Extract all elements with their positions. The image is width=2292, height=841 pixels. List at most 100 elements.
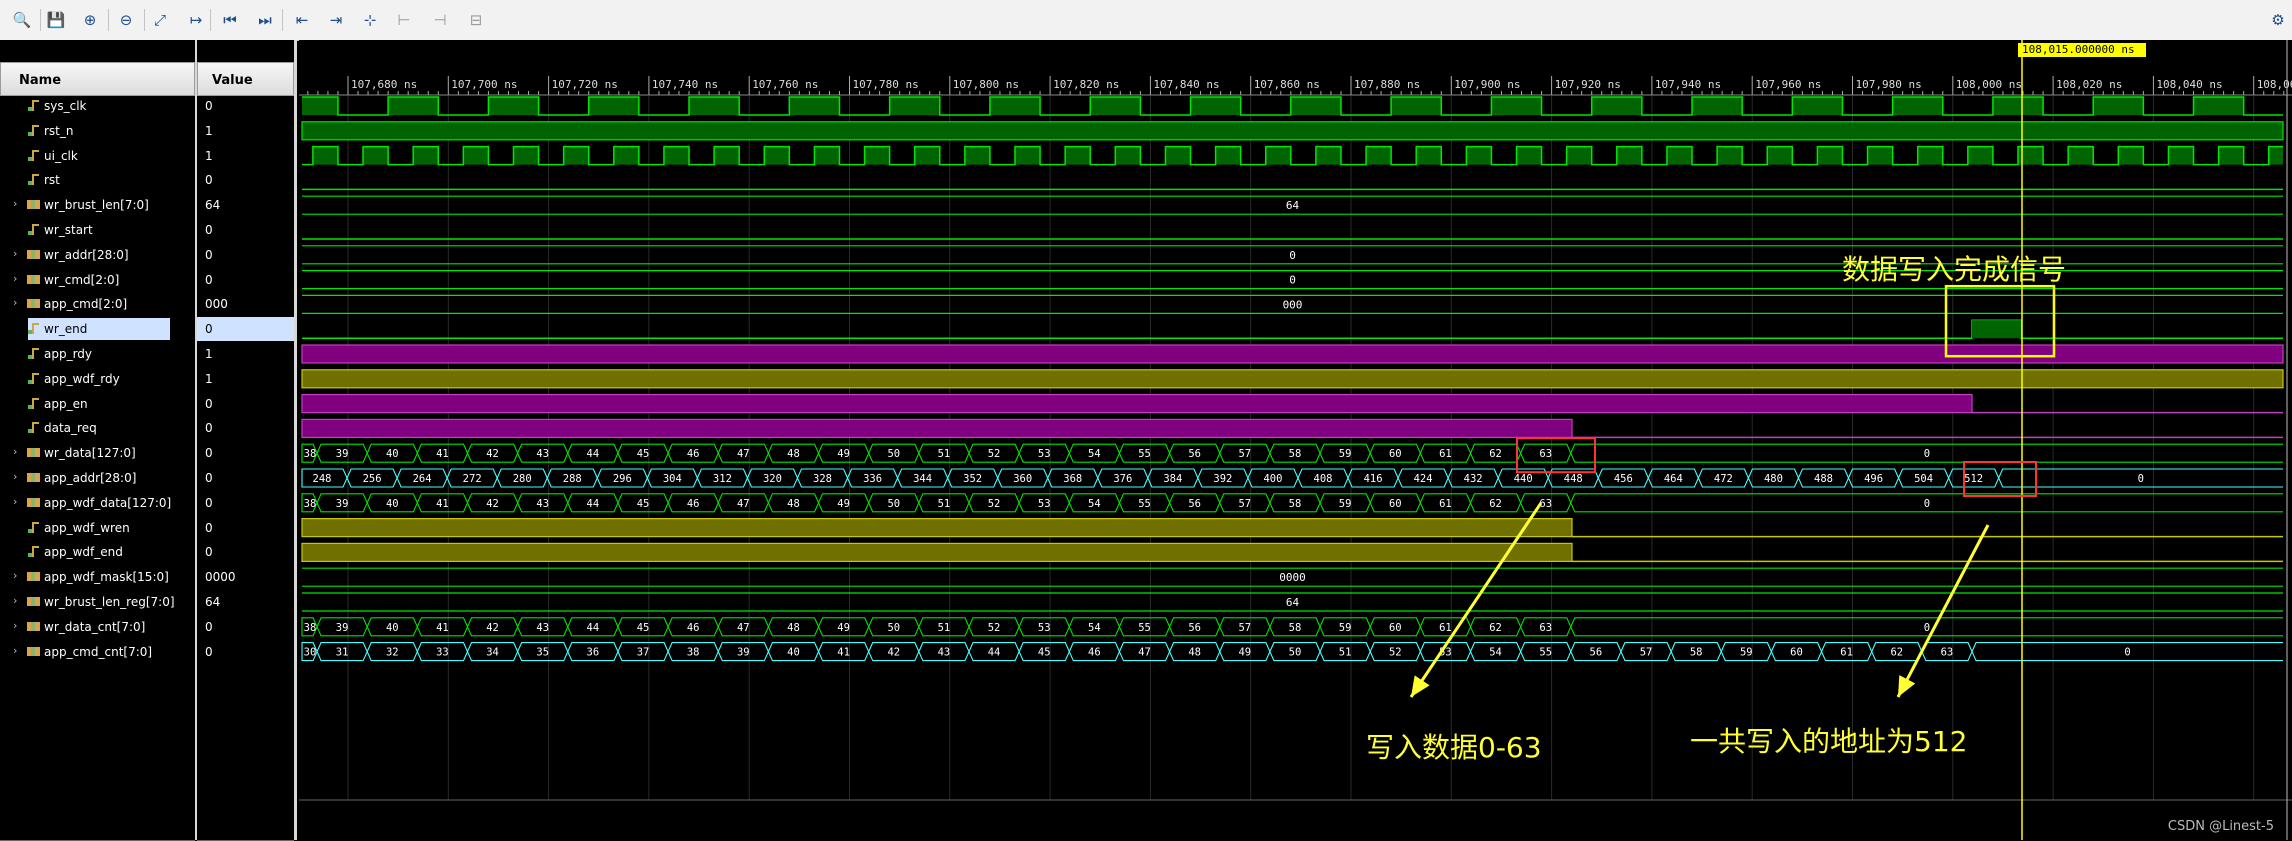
signal-row[interactable]: app_wdf_rdy (0, 367, 195, 391)
signal-row[interactable]: ui_clk (0, 144, 195, 168)
clock-high-fill (2068, 146, 2094, 165)
signal-row[interactable]: › wr_data_cnt[7:0] (0, 615, 195, 639)
previous-transition-icon[interactable]: ⇤ (290, 8, 314, 32)
expand-chevron-icon[interactable]: › (13, 247, 17, 260)
signal-value-row[interactable]: 0 (197, 640, 294, 664)
expand-chevron-icon[interactable]: › (13, 594, 17, 607)
expand-chevron-icon[interactable]: › (13, 296, 17, 309)
signal-value-row[interactable]: 1 (197, 144, 294, 168)
bus-segment-value: 384 (1163, 473, 1182, 485)
clock-high-fill (1917, 146, 1943, 165)
signal-row[interactable]: rst (0, 168, 195, 192)
signal-row[interactable]: rst_n (0, 119, 195, 143)
bus-signal-icon (27, 299, 40, 309)
bus-segment-value: 432 (1464, 473, 1483, 485)
bus-segment-value: 31 (336, 647, 349, 659)
next-transition-icon[interactable]: ⇥ (324, 8, 348, 32)
signal-value-row[interactable]: 0 (197, 466, 294, 490)
search-icon[interactable]: 🔍 (10, 8, 34, 32)
bus-value: 0 (1289, 274, 1296, 287)
signal-value-row[interactable]: 000 (197, 292, 294, 316)
signal-name: app_cmd[2:0] (44, 297, 128, 312)
cursor-time-label[interactable]: 108,015.000000 ns (2018, 43, 2146, 57)
signal-row[interactable]: › app_wdf_mask[15:0] (0, 565, 195, 589)
next-marker-icon[interactable]: ⊣ (428, 8, 452, 32)
go-to-cursor-icon[interactable]: ↦ (184, 8, 208, 32)
signal-row[interactable]: › app_addr[28:0] (0, 466, 195, 490)
zoom-out-icon[interactable]: ⊖ (114, 8, 138, 32)
signal-value-row[interactable]: 0 (197, 317, 294, 342)
bus-segment-value: 45 (637, 498, 650, 510)
ruler-label: 107,900 ns (1454, 78, 1520, 91)
bus-segment-value: 440 (1514, 473, 1533, 485)
signal-row[interactable]: app_en (0, 392, 195, 416)
signal-row[interactable]: › app_wdf_data[127:0] (0, 491, 195, 515)
bus-segment-value: 472 (1714, 473, 1733, 485)
signal-row[interactable]: › wr_data[127:0] (0, 441, 195, 465)
bus-segment-value: 48 (787, 498, 800, 510)
bus-signal-icon (27, 572, 40, 582)
signal-value-row[interactable]: 1 (197, 119, 294, 143)
value-column-header[interactable]: Value (197, 62, 294, 96)
save-icon[interactable]: 💾 (44, 8, 68, 32)
signal-row[interactable]: app_wdf_end (0, 540, 195, 564)
bus-segment-value: 248 (313, 473, 332, 485)
signal-value-row[interactable]: 1 (197, 367, 294, 391)
signal-row[interactable]: › wr_brust_len_reg[7:0] (0, 590, 195, 614)
high-block (301, 518, 1573, 538)
signal-value-row[interactable]: 0 (197, 441, 294, 465)
waveform-area[interactable]: 107,680 ns 107,700 ns 107,720 ns 107,740 ns… (299, 40, 2292, 840)
signal-value-row[interactable]: 0 (197, 243, 294, 267)
signal-row[interactable]: app_wdf_wren (0, 516, 195, 540)
signal-value-row[interactable]: 0 (197, 392, 294, 416)
expand-chevron-icon[interactable]: › (13, 495, 17, 508)
settings-icon[interactable]: ⚙ (2266, 8, 2290, 32)
signal-row[interactable]: wr_start (0, 218, 195, 242)
signal-value-row[interactable]: 64 (197, 590, 294, 614)
expand-chevron-icon[interactable]: › (13, 569, 17, 582)
previous-marker-icon[interactable]: ⊢ (392, 8, 416, 32)
signal-row[interactable]: › app_cmd[2:0] (0, 292, 195, 316)
signal-row[interactable]: sys_clk (0, 94, 195, 118)
bus-segment-value: 53 (1038, 448, 1051, 460)
signal-value-row[interactable]: 64 (197, 193, 294, 217)
swap-cursors-icon[interactable]: ⊟ (464, 8, 488, 32)
bus-segment-value: 59 (1339, 448, 1352, 460)
clock-high-fill (1792, 97, 1843, 115)
signal-value-row[interactable]: 0 (197, 416, 294, 440)
zoom-fit-icon[interactable]: ⤢ (148, 8, 172, 32)
signal-row[interactable]: › wr_addr[28:0] (0, 243, 195, 267)
expand-chevron-icon[interactable]: › (13, 197, 17, 210)
bus-segment-value: 48 (1188, 647, 1201, 659)
signal-row[interactable]: › wr_cmd[2:0] (0, 268, 195, 292)
signal-value-row[interactable]: 0 (197, 94, 294, 118)
signal-value-row[interactable]: 0 (197, 540, 294, 564)
zoom-in-icon[interactable]: ⊕ (78, 8, 102, 32)
clock-high-fill (1014, 146, 1041, 165)
signal-value-row[interactable]: 0 (197, 218, 294, 242)
name-column-header[interactable]: Name (0, 62, 195, 96)
expand-chevron-icon[interactable]: › (13, 644, 17, 657)
signal-row[interactable]: › wr_brust_len[7:0] (0, 193, 195, 217)
signal-value-row[interactable]: 0 (197, 516, 294, 540)
signal-value-row[interactable]: 0 (197, 268, 294, 292)
signal-value-row[interactable]: 0000 (197, 565, 294, 589)
signal-value-row[interactable]: 0 (197, 615, 294, 639)
bus-segment-value: 30 (304, 647, 317, 659)
expand-chevron-icon[interactable]: › (13, 470, 17, 483)
waveform-canvas[interactable]: 107,680 ns 107,700 ns 107,720 ns 107,740 ns… (299, 40, 2292, 840)
go-to-last-time-icon[interactable]: ⏭ (253, 8, 277, 32)
pane-divider[interactable] (294, 40, 297, 840)
expand-chevron-icon[interactable]: › (13, 619, 17, 632)
signal-value-row[interactable]: 1 (197, 342, 294, 366)
go-to-time-0-icon[interactable]: ⏮ (218, 8, 242, 32)
signal-value-row[interactable]: 0 (197, 168, 294, 192)
signal-row[interactable]: › app_cmd_cnt[7:0] (0, 640, 195, 664)
add-marker-icon[interactable]: ⊹ (358, 8, 382, 32)
expand-chevron-icon[interactable]: › (13, 445, 17, 458)
signal-row[interactable]: app_rdy (0, 342, 195, 366)
signal-row[interactable]: data_req (0, 416, 195, 440)
expand-chevron-icon[interactable]: › (13, 272, 17, 285)
signal-value-row[interactable]: 0 (197, 491, 294, 515)
signal-row[interactable]: wr_end (0, 317, 195, 341)
